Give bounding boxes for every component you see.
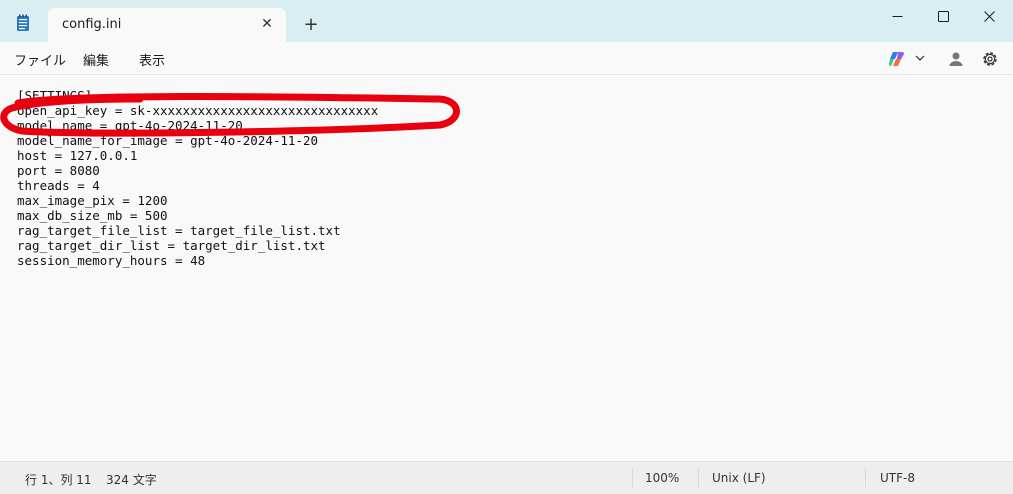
- copilot-icon[interactable]: [888, 50, 906, 68]
- status-divider: [865, 469, 866, 487]
- editor-line[interactable]: rag_target_file_list = target_file_list.…: [17, 223, 341, 238]
- zoom-level[interactable]: 100%: [645, 471, 679, 485]
- close-icon: [983, 10, 995, 22]
- minimize-button[interactable]: [874, 0, 920, 32]
- tab-title: config.ini: [62, 17, 122, 32]
- menu-bar: ファイル 編集 表示: [0, 42, 1013, 75]
- account-icon[interactable]: [946, 49, 966, 69]
- editor-line[interactable]: open_api_key = sk-xxxxxxxxxxxxxxxxxxxxxx…: [17, 103, 378, 118]
- editor-content[interactable]: [SETTINGS] open_api_key = sk-xxxxxxxxxxx…: [17, 88, 378, 268]
- maximize-icon: [937, 10, 949, 22]
- editor-line[interactable]: session_memory_hours = 48: [17, 253, 205, 268]
- encoding[interactable]: UTF-8: [880, 471, 915, 485]
- editor-line[interactable]: model_name = gpt-4o-2024-11-20: [17, 118, 243, 133]
- menu-view[interactable]: 表示: [139, 50, 165, 69]
- editor-line[interactable]: max_image_pix = 1200: [17, 193, 168, 208]
- tab-config-ini[interactable]: config.ini ✕: [48, 8, 286, 42]
- minimize-icon: [892, 15, 902, 17]
- new-tab-button[interactable]: +: [301, 15, 321, 35]
- notepad-icon: [17, 14, 29, 31]
- status-divider: [698, 469, 699, 487]
- editor-line[interactable]: rag_target_dir_list = target_dir_list.tx…: [17, 238, 326, 253]
- gear-icon[interactable]: [980, 49, 1000, 69]
- close-window-button[interactable]: [966, 0, 1012, 32]
- text-editor[interactable]: [SETTINGS] open_api_key = sk-xxxxxxxxxxx…: [0, 75, 1013, 461]
- menu-file[interactable]: ファイル: [14, 50, 66, 69]
- line-ending[interactable]: Unix (LF): [712, 471, 766, 485]
- chevron-down-icon[interactable]: [914, 52, 926, 64]
- cursor-position[interactable]: 行 1、列 11: [25, 471, 92, 488]
- character-count: 324 文字: [106, 473, 157, 487]
- editor-line[interactable]: threads = 4: [17, 178, 100, 193]
- editor-line[interactable]: port = 8080: [17, 163, 100, 178]
- editor-line[interactable]: [SETTINGS]: [17, 88, 92, 103]
- editor-line[interactable]: host = 127.0.0.1: [17, 148, 137, 163]
- menu-edit[interactable]: 編集: [83, 50, 109, 69]
- editor-line[interactable]: max_db_size_mb = 500: [17, 208, 168, 223]
- close-tab-icon[interactable]: ✕: [258, 15, 276, 33]
- title-bar: config.ini ✕ +: [0, 0, 1013, 42]
- status-bar: 行 1、列 11 324 文字 100% Unix (LF) UTF-8: [0, 461, 1013, 494]
- status-divider: [632, 469, 633, 487]
- editor-line[interactable]: model_name_for_image = gpt-4o-2024-11-20: [17, 133, 318, 148]
- maximize-button[interactable]: [920, 0, 966, 32]
